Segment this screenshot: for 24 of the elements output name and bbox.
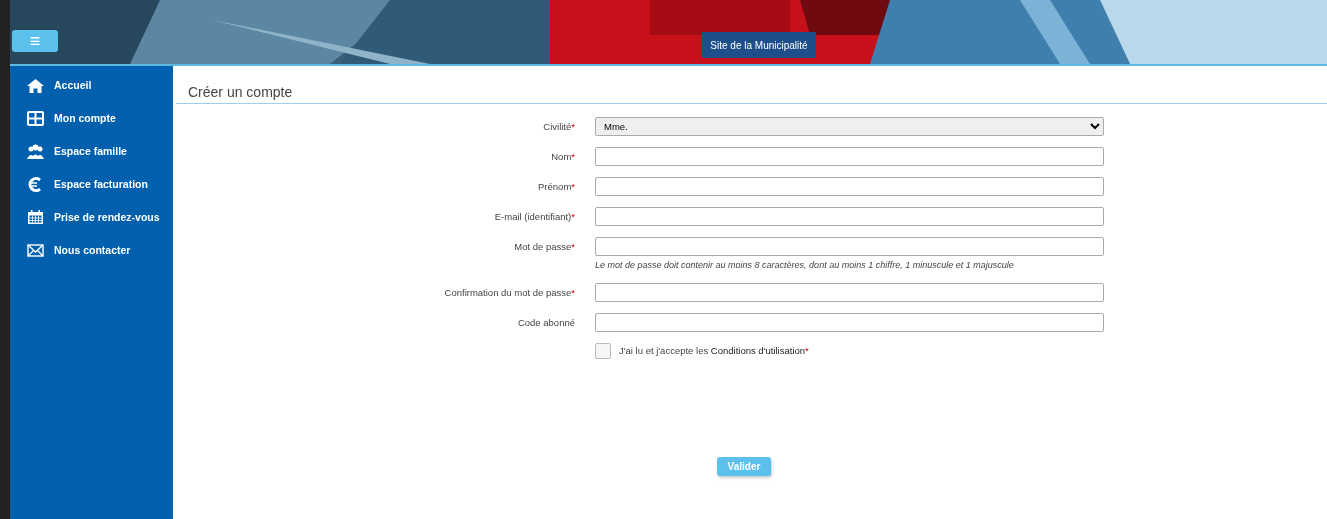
input-field[interactable] [595, 236, 1104, 256]
field-label: Mot de passe* [513, 239, 576, 254]
people-icon [27, 144, 44, 159]
field-label: Civilité* [542, 119, 576, 134]
field-label: Code abonné [516, 316, 576, 331]
select-field[interactable]: Mme. [595, 116, 1104, 136]
input-field[interactable] [595, 206, 1104, 226]
input-field[interactable] [595, 313, 1104, 333]
mail-icon [27, 243, 44, 258]
hint-text: Le mot de passe doit contenir au moins 8 caractères, dont au moins 1 chiffre, 1 minuscule et 1 majuscule [595, 258, 1015, 272]
input-field[interactable] [595, 283, 1104, 303]
page-title: Créer un compte [176, 84, 1327, 104]
terms-text: J'ai lu et j'accepte les Conditions d'utilisation* [619, 344, 809, 359]
field-label: Prénom* [537, 179, 576, 194]
grid-icon [27, 111, 44, 126]
input-field[interactable] [595, 176, 1104, 196]
field-label: E-mail (identifiant)* [493, 209, 576, 224]
calendar-icon [27, 210, 44, 225]
field-label: Nom* [550, 149, 576, 164]
field-label: Confirmation du mot de passe* [443, 286, 576, 301]
site-link-button[interactable]: Site de la Municipalité [702, 32, 816, 58]
input-field[interactable] [595, 146, 1104, 166]
home-icon [27, 78, 44, 93]
checkbox[interactable] [595, 343, 611, 360]
